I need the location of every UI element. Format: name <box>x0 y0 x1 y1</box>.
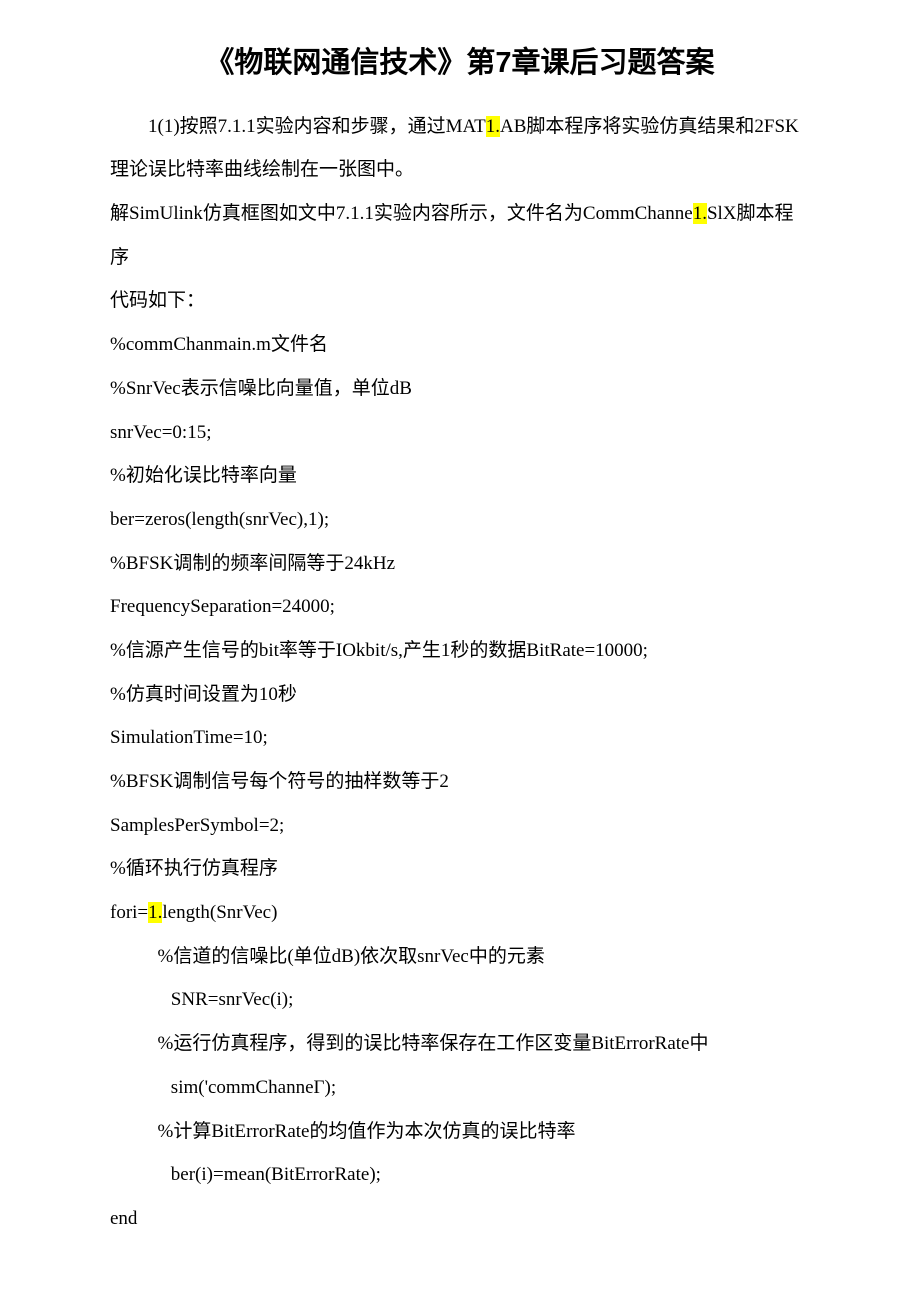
code-line: %BFSK调制信号每个符号的抽样数等于2 <box>110 760 810 804</box>
text: %初始化误比特率向量 <box>110 465 297 486</box>
page-title: 《物联网通信技术》第7章课后习题答案 <box>110 30 810 97</box>
text: sim('commChanneΓ); <box>171 1077 336 1098</box>
text: %仿真时间设置为10秒 <box>110 684 297 705</box>
code-line: SamplesPerSymbol=2; <box>110 804 810 848</box>
para-3: 解SimUlink仿真框图如文中7.1.1实验内容所示，文件名为CommChan… <box>110 192 810 279</box>
code-line: ber(i)=mean(BitErrorRate); <box>110 1153 810 1197</box>
text: %SnrVec表示信噪比向量值，单位dB <box>110 378 412 399</box>
text: %计算BitErrorRate的均值作为本次仿真的误比特率 <box>158 1121 576 1142</box>
code-line: FrequencySeparation=24000; <box>110 585 810 629</box>
text: %循环执行仿真程序 <box>110 858 278 879</box>
text: SNR=snrVec(i); <box>171 989 294 1010</box>
text: %commChanmain.m文件名 <box>110 334 328 355</box>
code-line: %信道的信噪比(单位dB)依次取snrVec中的元素 <box>110 935 810 979</box>
text: %BFSK调制的频率间隔等于24kHz <box>110 553 395 574</box>
para-1: 1(1)按照7.1.1实验内容和步骤，通过MAT1.AB脚本程序将实验仿真结果和… <box>110 105 810 149</box>
code-line: %信源产生信号的bit率等于IOkbit/s,产生1秒的数据BitRate=10… <box>110 629 810 673</box>
text: 解SimUlink仿真框图如文中7.1.1实验内容所示，文件名为CommChan… <box>110 203 693 224</box>
code-line: %仿真时间设置为10秒 <box>110 673 810 717</box>
code-line: ber=zeros(length(snrVec),1); <box>110 498 810 542</box>
code-line: %BFSK调制的频率间隔等于24kHz <box>110 542 810 586</box>
highlight: 1. <box>486 116 500 137</box>
code-line: %循环执行仿真程序 <box>110 847 810 891</box>
text: %信道的信噪比(单位dB)依次取snrVec中的元素 <box>158 946 545 967</box>
text: FrequencySeparation=24000; <box>110 596 335 617</box>
code-line: %运行仿真程序，得到的误比特率保存在工作区变量BitErrorRate中 <box>110 1022 810 1066</box>
code-line: snrVec=0:15; <box>110 411 810 455</box>
highlight: 1. <box>693 203 707 224</box>
code-line: %初始化误比特率向量 <box>110 454 810 498</box>
text: ber(i)=mean(BitErrorRate); <box>171 1164 381 1185</box>
code-line: SNR=snrVec(i); <box>110 978 810 1022</box>
code-line: %SnrVec表示信噪比向量值，单位dB <box>110 367 810 411</box>
code-line: %commChanmain.m文件名 <box>110 323 810 367</box>
text: snrVec=0:15; <box>110 422 211 443</box>
text: SamplesPerSymbol=2; <box>110 815 284 836</box>
text: %信源产生信号的bit率等于IOkbit/s,产生1秒的数据BitRate=10… <box>110 640 648 661</box>
text: 代码如下： <box>110 290 205 311</box>
text: %BFSK调制信号每个符号的抽样数等于2 <box>110 771 449 792</box>
code-line: sim('commChanneΓ); <box>110 1066 810 1110</box>
para-4: 代码如下： <box>110 279 810 323</box>
text: ber=zeros(length(snrVec),1); <box>110 509 329 530</box>
code-line: %计算BitErrorRate的均值作为本次仿真的误比特率 <box>110 1110 810 1154</box>
text: fori= <box>110 902 148 923</box>
text: SimulationTime=10; <box>110 727 268 748</box>
code-line: SimulationTime=10; <box>110 716 810 760</box>
para-2: 理论误比特率曲线绘制在一张图中。 <box>110 148 810 192</box>
text: %运行仿真程序，得到的误比特率保存在工作区变量BitErrorRate中 <box>158 1033 709 1054</box>
highlight: 1. <box>148 902 162 923</box>
text: end <box>110 1208 137 1229</box>
document-page: 《物联网通信技术》第7章课后习题答案 1(1)按照7.1.1实验内容和步骤，通过… <box>0 0 920 1301</box>
text: 理论误比特率曲线绘制在一张图中。 <box>110 159 414 180</box>
text: length(SnrVec) <box>162 902 277 923</box>
code-line: fori=1.length(SnrVec) <box>110 891 810 935</box>
text: AB脚本程序将实验仿真结果和2FSK <box>500 116 799 137</box>
code-line: end <box>110 1197 810 1241</box>
text: 1(1)按照7.1.1实验内容和步骤，通过MAT <box>148 116 486 137</box>
